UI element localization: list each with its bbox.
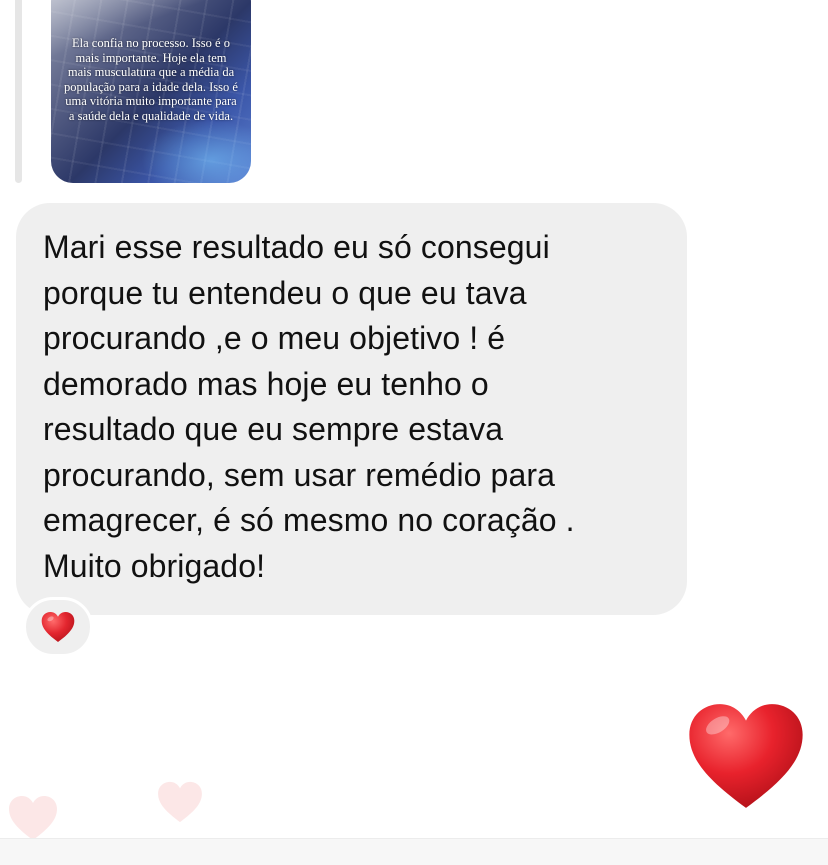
- message-reaction[interactable]: [23, 597, 93, 657]
- message-bubble[interactable]: Mari esse resultado eu só consegui porqu…: [16, 203, 687, 615]
- composer-bar-edge: [0, 838, 828, 865]
- story-reply-thumbnail[interactable]: Ela confia no processo. Isso é o mais im…: [51, 0, 251, 183]
- chat-thread: Ela confia no processo. Isso é o mais im…: [0, 0, 828, 865]
- message-text: Mari esse resultado eu só consegui porqu…: [43, 229, 575, 584]
- story-caption: Ela confia no processo. Isso é o mais im…: [64, 36, 238, 123]
- faded-heart-icon: [9, 796, 57, 840]
- sent-heart-icon[interactable]: [687, 700, 805, 812]
- reply-thread-bar: [15, 0, 22, 183]
- faded-heart-icon: [158, 781, 202, 823]
- red-heart-icon: [41, 612, 75, 642]
- screen-glow: [141, 120, 251, 183]
